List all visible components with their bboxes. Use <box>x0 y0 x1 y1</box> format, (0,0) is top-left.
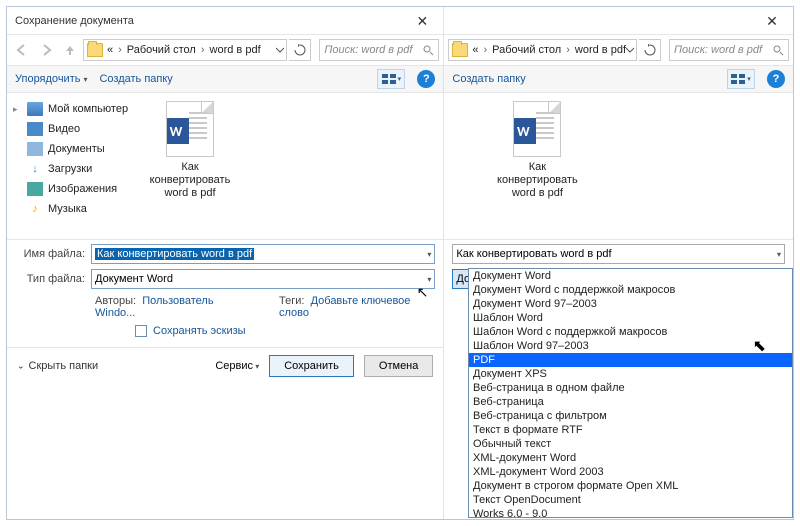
filetype-dropdown[interactable]: Документ WordДокумент Word с поддержкой … <box>468 268 793 518</box>
folder-icon <box>452 43 468 57</box>
sidebar-item-pictures[interactable]: Изображения <box>11 179 133 199</box>
file-list[interactable]: W Как конвертировать word в pdf <box>137 93 443 239</box>
filetype-option[interactable]: XML-документ Word 2003 <box>469 465 792 479</box>
filetype-option[interactable]: PDF <box>469 353 792 367</box>
downloads-icon: ↓ <box>27 162 43 176</box>
nav-bar: « › Рабочий стол › word в pdf Поиск: wor… <box>7 35 443 65</box>
title-bar: Сохранение документа ✕ <box>7 7 443 35</box>
sidebar-item-video[interactable]: Видео <box>11 119 133 139</box>
cancel-button[interactable]: Отмена <box>364 355 433 377</box>
tools-menu[interactable]: Сервис <box>215 360 259 372</box>
forward-button[interactable] <box>35 39 57 61</box>
refresh-button[interactable] <box>289 39 311 61</box>
help-button[interactable]: ? <box>767 70 785 88</box>
video-icon <box>27 122 43 136</box>
close-icon[interactable]: ✕ <box>407 14 437 28</box>
filetype-option[interactable]: Шаблон Word <box>469 311 792 325</box>
filetype-option[interactable]: Документ Word 97–2003 <box>469 297 792 311</box>
sidebar-item-documents[interactable]: Документы <box>11 139 133 159</box>
authors-label: Авторы: <box>95 295 136 307</box>
chevron-down-icon[interactable]: ▾ <box>427 250 431 259</box>
save-button[interactable]: Сохранить <box>269 355 354 377</box>
new-folder-button[interactable]: Создать папку <box>452 73 525 85</box>
chevron-down-icon[interactable]: ▾ <box>427 275 431 284</box>
filetype-label: Тип файла: <box>15 273 91 285</box>
word-doc-icon: W <box>166 101 214 157</box>
filename-input[interactable]: Как конвертировать word в pdf ▾ <box>452 244 785 264</box>
organize-menu[interactable]: Упорядочить <box>15 73 87 85</box>
search-input[interactable]: Поиск: word в pdf <box>669 39 789 61</box>
search-input[interactable]: Поиск: word в pdf <box>319 39 439 61</box>
file-name: Как конвертировать word в pdf <box>492 161 582 200</box>
filetype-option[interactable]: Документ в строгом формате Open XML <box>469 479 792 493</box>
filetype-option[interactable]: Шаблон Word с поддержкой макросов <box>469 325 792 339</box>
pictures-icon <box>27 182 43 196</box>
filetype-option[interactable]: Текст OpenDocument <box>469 493 792 507</box>
back-button[interactable] <box>11 39 33 61</box>
breadcrumb[interactable]: « › Рабочий стол › word в pdf <box>448 39 637 61</box>
chevron-down-icon[interactable]: ▾ <box>777 250 781 259</box>
filename-input[interactable]: Как конвертировать word в pdf ▾ <box>91 244 435 264</box>
filetype-option[interactable]: Обычный текст <box>469 437 792 451</box>
filename-label: Имя файла: <box>15 248 91 260</box>
computer-icon <box>27 102 43 116</box>
cursor-icon: ↖ <box>417 284 429 301</box>
save-thumbnails-checkbox[interactable]: Сохранять эскизы <box>135 325 435 337</box>
breadcrumb-part[interactable]: word в pdf <box>210 44 261 56</box>
breadcrumb[interactable]: « › Рабочий стол › word в pdf <box>83 39 287 61</box>
sidebar-item-downloads[interactable]: ↓Загрузки <box>11 159 133 179</box>
view-button[interactable]: ▾ <box>377 69 405 89</box>
filetype-option[interactable]: Текст в формате RTF <box>469 423 792 437</box>
filetype-option[interactable]: Works 6.0 - 9.0 <box>469 507 792 518</box>
file-item[interactable]: W Как конвертировать word в pdf <box>145 101 235 200</box>
title-bar: ✕ <box>444 7 793 35</box>
filetype-option[interactable]: Документ Word с поддержкой макросов <box>469 283 792 297</box>
tags-label: Теги: <box>279 295 304 307</box>
folder-icon <box>87 43 103 57</box>
sidebar-item-music[interactable]: ♪Музыка <box>11 199 133 219</box>
toolbar: Упорядочить Создать папку ▾ ? <box>7 65 443 93</box>
music-icon: ♪ <box>27 202 43 216</box>
filetype-option[interactable]: Документ XPS <box>469 367 792 381</box>
word-doc-icon: W <box>513 101 561 157</box>
window-title: Сохранение документа <box>13 15 407 27</box>
filetype-option[interactable]: Веб-страница <box>469 395 792 409</box>
filetype-option[interactable]: XML-документ Word <box>469 451 792 465</box>
file-item[interactable]: W Как конвертировать word в pdf <box>492 101 582 231</box>
toolbar: Создать папку ▾ ? <box>444 65 793 93</box>
documents-icon <box>27 142 43 156</box>
close-icon[interactable]: ✕ <box>757 14 787 28</box>
hide-folders-button[interactable]: Скрыть папки <box>17 360 98 372</box>
nav-bar: « › Рабочий стол › word в pdf Поиск: wor… <box>444 35 793 65</box>
new-folder-button[interactable]: Создать папку <box>99 73 172 85</box>
breadcrumb-part[interactable]: Рабочий стол <box>127 44 196 56</box>
file-name: Как конвертировать word в pdf <box>145 161 235 200</box>
filetype-option[interactable]: Веб-страница с фильтром <box>469 409 792 423</box>
view-button[interactable]: ▾ <box>727 69 755 89</box>
search-icon <box>773 45 784 56</box>
help-button[interactable]: ? <box>417 70 435 88</box>
filetype-select[interactable]: Документ Word ▾ ↖ <box>91 269 435 289</box>
refresh-button[interactable] <box>639 39 661 61</box>
filetype-option[interactable]: Документ Word <box>469 269 792 283</box>
up-button[interactable] <box>59 39 81 61</box>
filetype-option[interactable]: Шаблон Word 97–2003 <box>469 339 792 353</box>
save-dialog-left: Сохранение документа ✕ « › Рабочий стол … <box>7 7 444 519</box>
folder-tree: ▸Мой компьютер Видео Документы ↓Загрузки… <box>7 93 137 239</box>
search-icon <box>423 45 434 56</box>
filetype-option[interactable]: Веб-страница в одном файле <box>469 381 792 395</box>
checkbox-icon <box>135 325 147 337</box>
sidebar-item-computer[interactable]: ▸Мой компьютер <box>11 99 133 119</box>
